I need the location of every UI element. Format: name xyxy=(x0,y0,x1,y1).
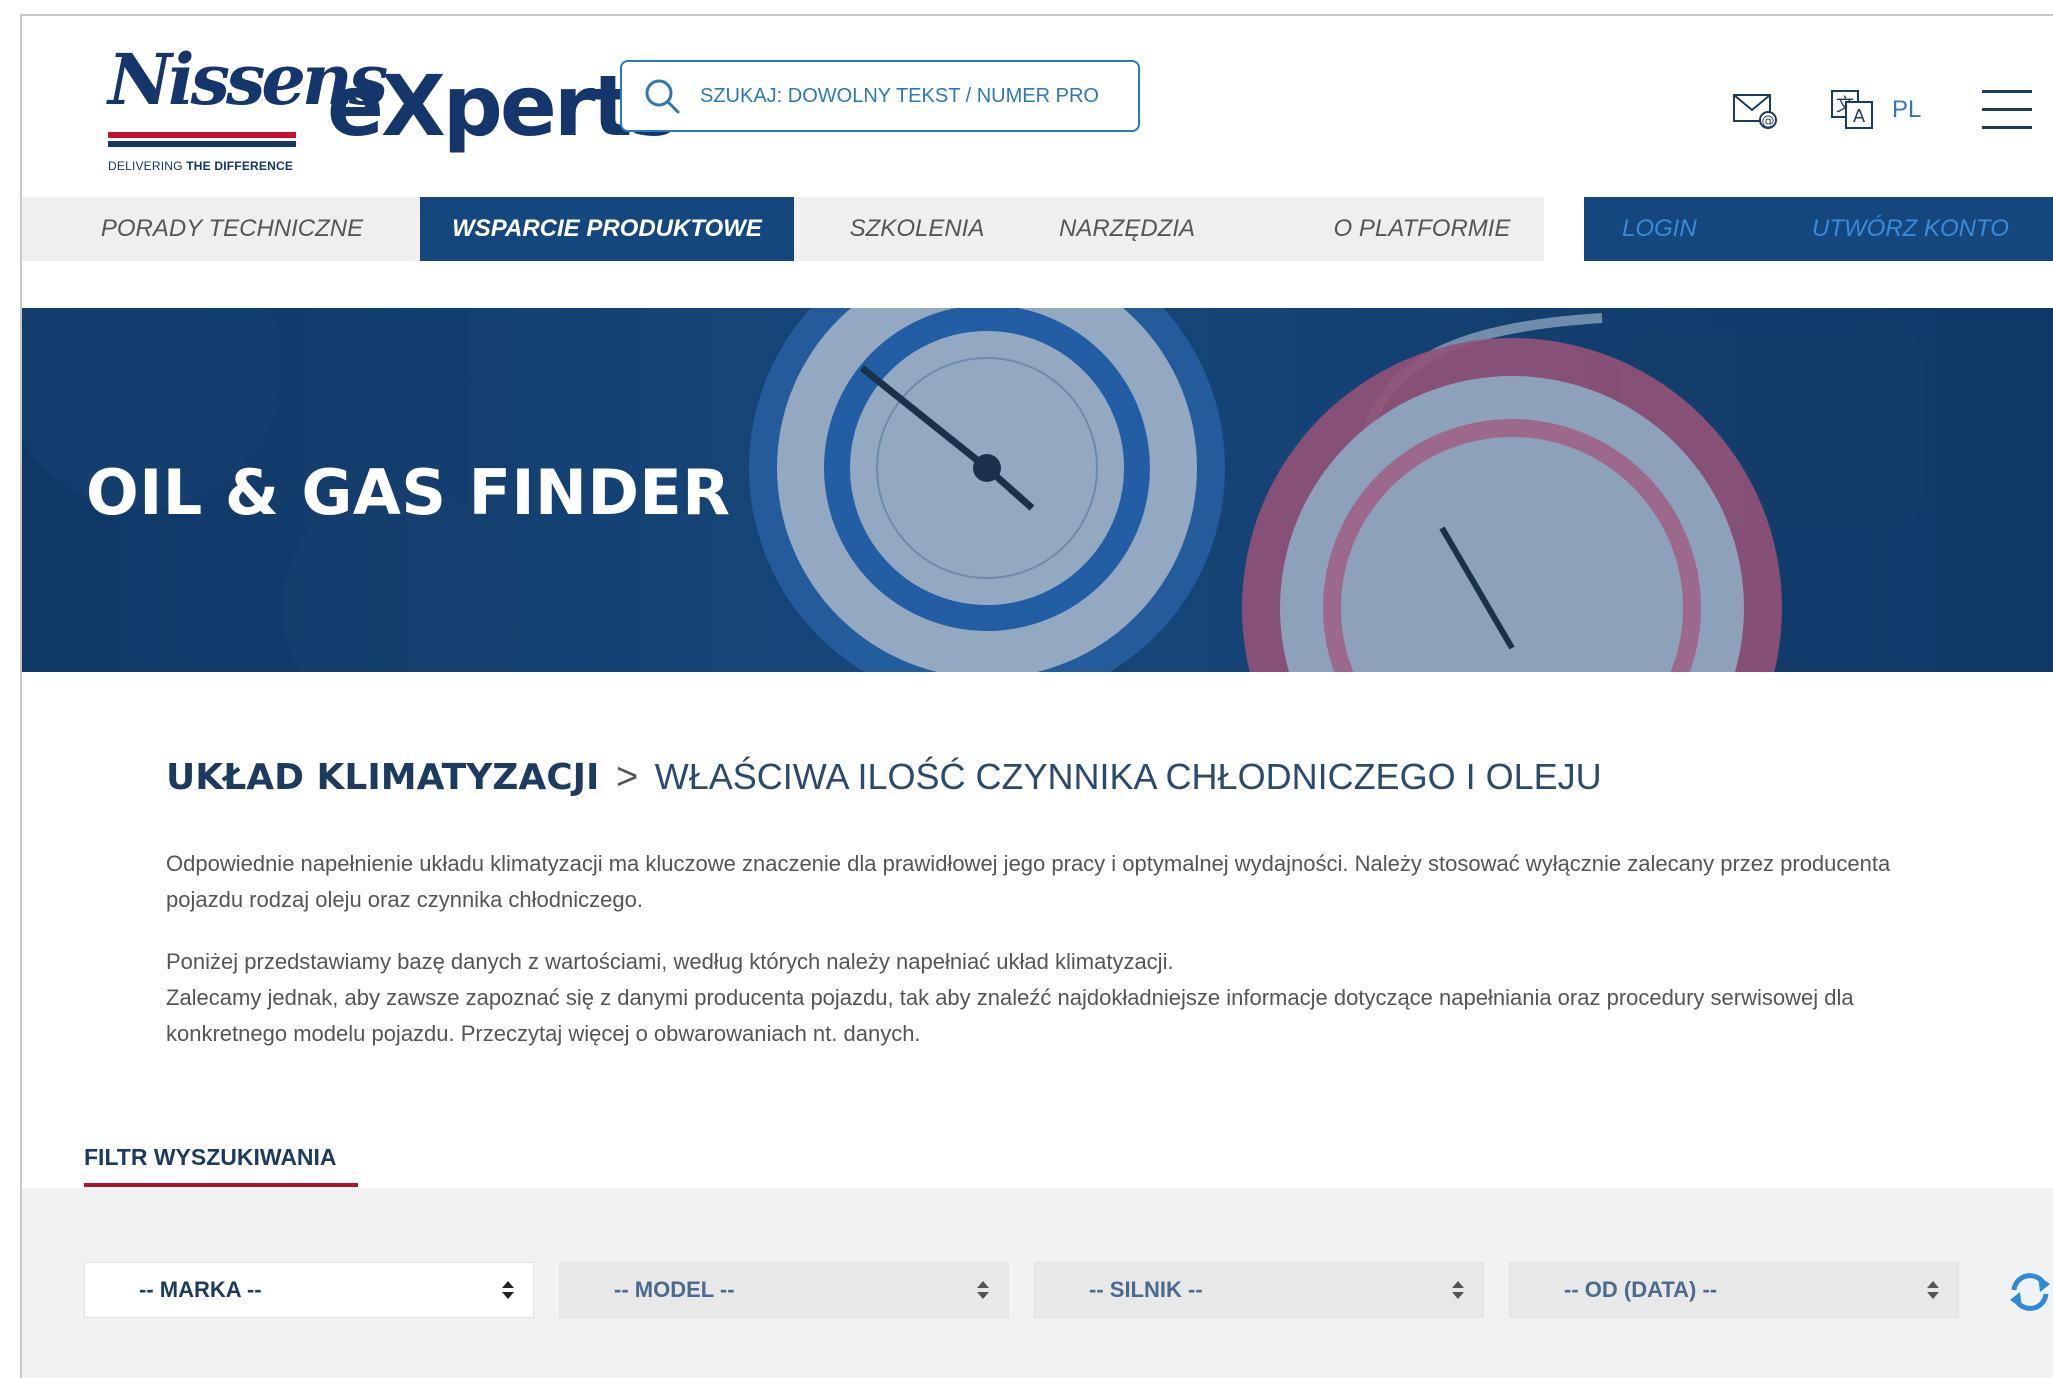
model-select[interactable]: -- MODEL -- xyxy=(559,1262,1009,1318)
mail-at-icon[interactable]: @ xyxy=(1732,90,1778,130)
engine-select-label: -- SILNIK -- xyxy=(1089,1277,1203,1302)
heading-separator: > xyxy=(616,756,639,798)
tagline-part2: THE DIFFERENCE xyxy=(186,159,294,173)
database-paragraph: Poniżej przedstawiamy bazę danych z wart… xyxy=(166,944,1946,1052)
language-label[interactable]: PL xyxy=(1892,96,1921,124)
main-nav: PORADY TECHNICZNE WSPARCIE PRODUKTOWE SZ… xyxy=(22,197,1544,261)
sort-arrows-icon xyxy=(977,1281,989,1299)
database-paragraph-line2: Zalecamy jednak, aby zawsze zapoznać się… xyxy=(166,985,1854,1046)
heading-subtitle: WŁAŚCIWA ILOŚĆ CZYNNIKA CHŁODNICZEGO I O… xyxy=(654,756,1602,797)
refresh-icon[interactable] xyxy=(2004,1268,2053,1316)
create-account-link[interactable]: UTWÓRZ KONTO xyxy=(1812,197,2009,261)
nav-item-narzedzia[interactable]: NARZĘDZIA xyxy=(1032,197,1222,261)
sort-arrows-icon xyxy=(1927,1281,1939,1299)
make-select[interactable]: -- MARKA -- xyxy=(84,1262,534,1318)
date-from-select[interactable]: -- OD (DATA) -- xyxy=(1509,1262,1959,1318)
sort-arrows-icon xyxy=(1452,1281,1464,1299)
section-heading: UKŁAD KLIMATYZACJI > WŁAŚCIWA ILOŚĆ CZYN… xyxy=(166,756,1602,799)
search-input[interactable] xyxy=(698,83,1102,109)
page-frame: Nissens DELIVERING THE DIFFERENCE eXpert… xyxy=(20,14,2053,1378)
tagline-part1: DELIVERING xyxy=(108,159,183,173)
date-from-select-label: -- OD (DATA) -- xyxy=(1564,1277,1718,1302)
menu-line xyxy=(1982,126,2032,129)
search-box[interactable] xyxy=(620,60,1140,132)
hero-banner: OIL & GAS FINDER xyxy=(22,308,2053,672)
search-icon[interactable] xyxy=(642,76,682,116)
make-select-label: -- MARKA -- xyxy=(139,1277,262,1302)
menu-line xyxy=(1982,90,2032,93)
logo-stripe-blue xyxy=(108,141,296,147)
auth-bar: LOGIN UTWÓRZ KONTO xyxy=(1584,197,2053,261)
nav-item-szkolenia[interactable]: SZKOLENIA xyxy=(822,197,1012,261)
sort-arrows-icon xyxy=(502,1281,514,1299)
menu-line xyxy=(1982,108,2032,111)
hero-title: OIL & GAS FINDER xyxy=(86,456,731,529)
nissens-logo[interactable]: Nissens DELIVERING THE DIFFERENCE xyxy=(108,40,388,173)
login-link[interactable]: LOGIN xyxy=(1622,197,1697,261)
intro-paragraph: Odpowiednie napełnienie układu klimatyza… xyxy=(166,851,1891,912)
svg-text:A: A xyxy=(1853,106,1866,127)
logo-stripe-red xyxy=(108,132,296,138)
filter-tab-underline xyxy=(84,1183,358,1187)
nav-item-o-platformie[interactable]: O PLATFORMIE xyxy=(1292,197,1552,261)
database-paragraph-line1: Poniżej przedstawiamy bazę danych z wart… xyxy=(166,949,1174,974)
hamburger-menu-icon[interactable] xyxy=(1982,90,2032,130)
filter-tab[interactable]: FILTR WYSZUKIWANIA xyxy=(84,1144,337,1171)
model-select-label: -- MODEL -- xyxy=(614,1277,735,1302)
nav-item-porady-techniczne[interactable]: PORADY TECHNICZNE xyxy=(82,197,382,261)
nav-item-wsparcie-produktowe[interactable]: WSPARCIE PRODUKTOWE xyxy=(420,197,794,261)
heading-category[interactable]: UKŁAD KLIMATYZACJI xyxy=(166,757,599,798)
engine-select[interactable]: -- SILNIK -- xyxy=(1034,1262,1484,1318)
logo-tagline: DELIVERING THE DIFFERENCE xyxy=(108,159,293,173)
svg-text:@: @ xyxy=(1762,114,1775,129)
translate-icon[interactable]: 文 A xyxy=(1830,88,1876,130)
